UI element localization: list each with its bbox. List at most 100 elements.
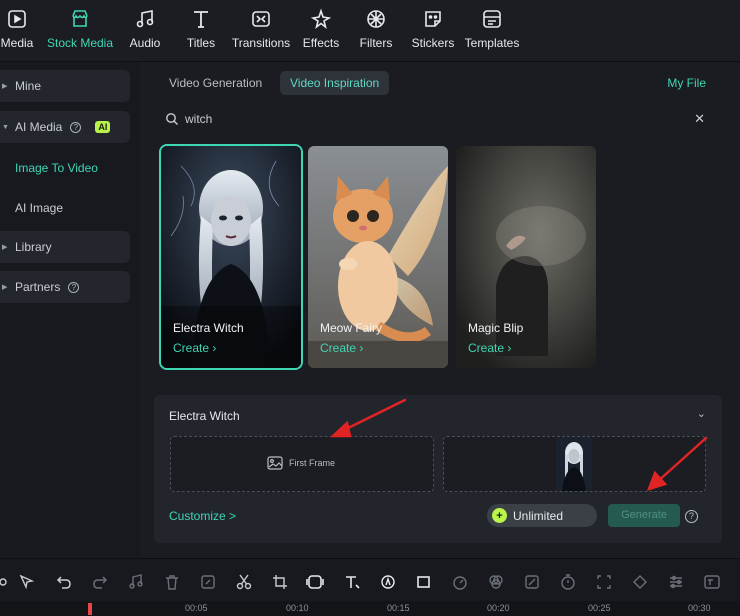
sidebar-item-ai-image[interactable]: AI Image: [15, 201, 63, 215]
generation-panel: Electra Witch ⌄ First Frame Customize > …: [154, 395, 722, 543]
music-note-icon: [136, 10, 154, 28]
sidebar-item-library[interactable]: ▶ Library: [0, 231, 130, 263]
expand-triangle-icon: ▼: [2, 123, 9, 131]
stock-media-icon: [72, 10, 88, 27]
ruler-tick: 00:30: [688, 603, 711, 613]
redo-icon[interactable]: [91, 573, 111, 593]
freeze-frame-icon[interactable]: [306, 573, 326, 593]
ruler-tick: 00:10: [286, 603, 309, 613]
generate-button[interactable]: Generate: [608, 504, 680, 527]
sidebar-item-label: AI Media: [15, 120, 63, 134]
search-bar: ✕: [165, 110, 715, 130]
main-panel: Video Generation Video Inspiration My Fi…: [140, 62, 740, 558]
ai-text-icon[interactable]: [703, 573, 723, 593]
help-icon[interactable]: ?: [68, 281, 80, 293]
template-card-magic-blip[interactable]: Magic Blip Create ›: [456, 146, 596, 368]
crop-icon[interactable]: [271, 573, 291, 593]
edit-icon[interactable]: [523, 573, 543, 593]
chevron-right-icon: ›: [507, 341, 512, 355]
scissors-icon[interactable]: [235, 573, 255, 593]
toolbar-filters[interactable]: Filters: [358, 8, 394, 58]
color-icon[interactable]: [487, 573, 507, 593]
help-icon[interactable]: ?: [70, 121, 82, 133]
card-create-link[interactable]: Create ›: [468, 341, 511, 355]
toolbar-label: Stickers: [411, 36, 455, 50]
template-icon: [483, 10, 501, 28]
image-icon: [267, 456, 283, 470]
toolbar-audio[interactable]: Audio: [128, 8, 162, 58]
my-file-link[interactable]: My File: [667, 76, 706, 90]
search-input[interactable]: [185, 110, 585, 128]
audio-split-icon[interactable]: [127, 573, 147, 593]
ruler-tick: 00:25: [588, 603, 611, 613]
sidebar-item-label: Library: [15, 240, 52, 254]
text-tool-icon[interactable]: [343, 573, 363, 593]
template-card-electra-witch[interactable]: Electra Witch Create ›: [159, 144, 303, 370]
toolbar-stickers[interactable]: Stickers: [411, 8, 455, 58]
transition-icon: [252, 11, 270, 27]
adjust-sliders-icon[interactable]: [667, 573, 687, 593]
speed-icon[interactable]: [451, 573, 471, 593]
toolbar-label: Effects: [302, 36, 340, 50]
template-card-meow-fairy[interactable]: Meow Fairy Create ›: [308, 146, 448, 368]
tab-video-inspiration[interactable]: Video Inspiration: [280, 71, 390, 95]
timer-icon[interactable]: [559, 573, 579, 593]
ruler-tick: 00:20: [487, 603, 510, 613]
keyframe-icon[interactable]: [631, 573, 651, 593]
chevron-right-icon: ›: [212, 341, 217, 355]
text-t-icon: [194, 11, 208, 28]
sidebar-item-label: Mine: [15, 79, 42, 93]
card-title: Electra Witch: [173, 321, 244, 335]
clear-search-icon[interactable]: ✕: [694, 111, 705, 127]
card-title: Magic Blip: [468, 321, 524, 335]
top-toolbar: Media Stock Media Audio Titles Transitio…: [0, 0, 740, 62]
electra-witch-reference-thumbnail: [556, 437, 592, 491]
rectangle-icon[interactable]: [415, 573, 435, 593]
collapse-triangle-icon: ▶: [2, 244, 8, 251]
toolbar-titles[interactable]: Titles: [184, 8, 218, 58]
sidebar-item-label: Partners: [15, 280, 61, 294]
generation-panel-title: Electra Witch: [169, 409, 240, 423]
sidebar-item-ai-media[interactable]: ▼ AI Media ? AI: [0, 111, 130, 143]
grid-icon[interactable]: [0, 573, 14, 593]
first-frame-dropzone[interactable]: First Frame: [170, 436, 434, 492]
toolbar-transitions[interactable]: Transitions: [230, 8, 292, 58]
toolbar-label: Stock Media: [46, 36, 114, 50]
search-icon: [166, 113, 178, 125]
select-cursor-icon[interactable]: [18, 573, 38, 593]
toolbar-label: Media: [0, 36, 34, 50]
toolbar-media[interactable]: Media: [0, 8, 34, 58]
collapse-triangle-icon: ▶: [2, 83, 8, 90]
timeline-ruler[interactable]: 00:05 00:10 00:15 00:20 00:25 00:30: [0, 601, 740, 616]
toolbar-label: Templates: [464, 36, 520, 50]
delete-icon[interactable]: [163, 573, 183, 593]
tab-video-generation[interactable]: Video Generation: [159, 71, 272, 95]
ruler-tick: 00:05: [185, 603, 208, 613]
sidebar: ▶ Mine ▼ AI Media ? AI Image To Video AI…: [0, 62, 140, 558]
sidebar-item-mine[interactable]: ▶ Mine: [0, 70, 130, 102]
card-create-link[interactable]: Create ›: [173, 341, 216, 355]
card-title: Meow Fairy: [320, 321, 383, 335]
toolbar-label: Audio: [129, 36, 161, 50]
undo-icon[interactable]: [55, 573, 75, 593]
sidebar-item-image-to-video[interactable]: Image To Video: [15, 161, 98, 175]
media-icon: [8, 10, 26, 28]
help-icon[interactable]: ?: [685, 510, 698, 523]
auto-reframe-icon[interactable]: [595, 573, 615, 593]
card-create-link[interactable]: Create ›: [320, 341, 363, 355]
playhead[interactable]: [88, 603, 92, 615]
customize-link[interactable]: Customize >: [169, 509, 236, 523]
toolbar-label: Filters: [359, 36, 393, 50]
toolbar-stock-media[interactable]: Stock Media: [46, 8, 114, 58]
ai-edit-icon[interactable]: [199, 573, 219, 593]
reference-image-slot[interactable]: [443, 436, 706, 492]
unlimited-label: Unlimited: [513, 508, 564, 523]
toolbar-templates[interactable]: Templates: [464, 8, 520, 58]
unlimited-toggle[interactable]: + Unlimited: [487, 504, 597, 527]
chevron-down-icon[interactable]: ⌄: [697, 407, 706, 420]
toolbar-effects[interactable]: Effects: [301, 8, 341, 58]
chevron-right-icon: ›: [359, 341, 364, 355]
sidebar-item-partners[interactable]: ▶ Partners ?: [0, 271, 130, 303]
ai-audio-icon[interactable]: [379, 573, 399, 593]
card-create-label: Create: [468, 341, 505, 355]
